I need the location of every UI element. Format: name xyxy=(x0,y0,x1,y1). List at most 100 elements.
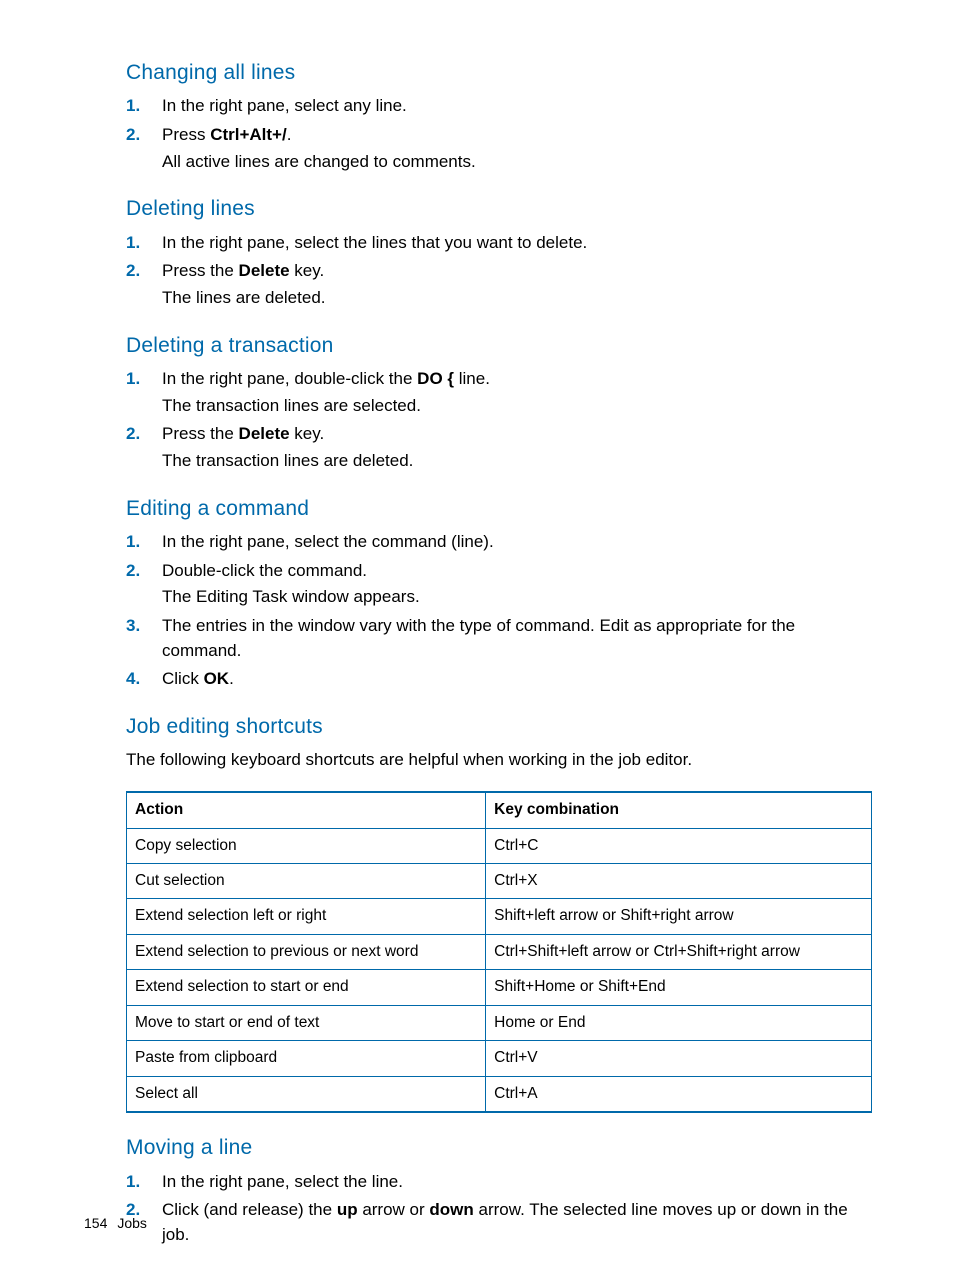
table-row: Select all Ctrl+A xyxy=(127,1076,872,1112)
list-item: 1. In the right pane, select any line. xyxy=(126,94,872,121)
step-text: Click OK. xyxy=(162,667,872,692)
document-page: Changing all lines 1. In the right pane,… xyxy=(0,0,954,1271)
list-item: 2. Double-click the command. The Editing… xyxy=(126,559,872,612)
text: . xyxy=(229,669,234,688)
result-text: The lines are deleted. xyxy=(162,286,872,311)
cell-keys: Ctrl+C xyxy=(486,828,872,863)
cell-keys: Shift+left arrow or Shift+right arrow xyxy=(486,899,872,934)
step-text: In the right pane, select the command (l… xyxy=(162,530,872,555)
step-text: Click (and release) the up arrow or down… xyxy=(162,1198,872,1247)
cell-keys: Ctrl+X xyxy=(486,864,872,899)
list-body: Click OK. xyxy=(162,667,872,694)
text: key. xyxy=(290,261,325,280)
step-text: Double-click the command. xyxy=(162,559,872,584)
list-number: 2. xyxy=(126,422,162,447)
ordered-list: 1. In the right pane, select the line. 2… xyxy=(126,1170,872,1250)
table-header-row: Action Key combination xyxy=(127,792,872,828)
list-number: 3. xyxy=(126,614,162,639)
list-body: In the right pane, select the lines that… xyxy=(162,231,872,258)
step-text: Press the Delete key. xyxy=(162,422,872,447)
table-row: Extend selection to previous or next wor… xyxy=(127,934,872,969)
text: Click (and release) the xyxy=(162,1200,337,1219)
heading-deleting-lines: Deleting lines xyxy=(126,194,872,224)
list-item: 1. In the right pane, select the line. xyxy=(126,1170,872,1197)
section-deleting-lines: Deleting lines 1. In the right pane, sel… xyxy=(126,194,872,312)
cell-action: Copy selection xyxy=(127,828,486,863)
cell-action: Extend selection left or right xyxy=(127,899,486,934)
list-item: 4. Click OK. xyxy=(126,667,872,694)
list-item: 1. In the right pane, double-click the D… xyxy=(126,367,872,420)
shortcuts-table: Action Key combination Copy selection Ct… xyxy=(126,791,872,1113)
ordered-list: 1. In the right pane, double-click the D… xyxy=(126,367,872,476)
list-body: Click (and release) the up arrow or down… xyxy=(162,1198,872,1249)
list-item: 2. Click (and release) the up arrow or d… xyxy=(126,1198,872,1249)
list-number: 2. xyxy=(126,259,162,284)
ordered-list: 1. In the right pane, select the lines t… xyxy=(126,231,872,313)
bold-text: DO { xyxy=(417,369,454,388)
list-body: Press the Delete key. The lines are dele… xyxy=(162,259,872,312)
section-moving-line: Moving a line 1. In the right pane, sele… xyxy=(126,1133,872,1249)
step-text: In the right pane, select any line. xyxy=(162,94,872,119)
cell-keys: Ctrl+Shift+left arrow or Ctrl+Shift+righ… xyxy=(486,934,872,969)
heading-changing-all-lines: Changing all lines xyxy=(126,58,872,88)
text: arrow or xyxy=(358,1200,430,1219)
list-number: 1. xyxy=(126,367,162,392)
list-body: The entries in the window vary with the … xyxy=(162,614,872,665)
step-text: Press Ctrl+Alt+/. xyxy=(162,123,872,148)
ordered-list: 1. In the right pane, select any line. 2… xyxy=(126,94,872,176)
list-number: 1. xyxy=(126,94,162,119)
result-text: All active lines are changed to comments… xyxy=(162,150,872,175)
heading-deleting-transaction: Deleting a transaction xyxy=(126,331,872,361)
text: line. xyxy=(454,369,490,388)
bold-text: up xyxy=(337,1200,358,1219)
list-item: 2. Press Ctrl+Alt+/. All active lines ar… xyxy=(126,123,872,176)
bold-text: OK xyxy=(204,669,230,688)
text: In the right pane, double-click the xyxy=(162,369,417,388)
cell-action: Select all xyxy=(127,1076,486,1112)
cell-action: Move to start or end of text xyxy=(127,1005,486,1040)
list-number: 4. xyxy=(126,667,162,692)
table-row: Cut selection Ctrl+X xyxy=(127,864,872,899)
bold-text: Delete xyxy=(239,261,290,280)
section-editing-command: Editing a command 1. In the right pane, … xyxy=(126,494,872,694)
result-text: The Editing Task window appears. xyxy=(162,585,872,610)
text: Press the xyxy=(162,261,239,280)
result-text: The transaction lines are selected. xyxy=(162,394,872,419)
list-body: Press the Delete key. The transaction li… xyxy=(162,422,872,475)
list-body: Press Ctrl+Alt+/. All active lines are c… xyxy=(162,123,872,176)
cell-keys: Home or End xyxy=(486,1005,872,1040)
page-number: 154 xyxy=(84,1215,107,1231)
list-body: In the right pane, select any line. xyxy=(162,94,872,121)
heading-job-shortcuts: Job editing shortcuts xyxy=(126,712,872,742)
bold-text: Ctrl+Alt+/ xyxy=(210,125,287,144)
cell-keys: Ctrl+A xyxy=(486,1076,872,1112)
heading-editing-command: Editing a command xyxy=(126,494,872,524)
list-number: 2. xyxy=(126,559,162,584)
list-body: Double-click the command. The Editing Ta… xyxy=(162,559,872,612)
cell-action: Extend selection to previous or next wor… xyxy=(127,934,486,969)
step-text: The entries in the window vary with the … xyxy=(162,614,872,663)
heading-moving-line: Moving a line xyxy=(126,1133,872,1163)
cell-keys: Shift+Home or Shift+End xyxy=(486,970,872,1005)
table-row: Paste from clipboard Ctrl+V xyxy=(127,1041,872,1076)
list-body: In the right pane, select the line. xyxy=(162,1170,872,1197)
table-row: Extend selection left or right Shift+lef… xyxy=(127,899,872,934)
cell-action: Paste from clipboard xyxy=(127,1041,486,1076)
list-item: 3. The entries in the window vary with t… xyxy=(126,614,872,665)
text: Press xyxy=(162,125,210,144)
bold-text: down xyxy=(429,1200,473,1219)
cell-action: Extend selection to start or end xyxy=(127,970,486,1005)
section-deleting-transaction: Deleting a transaction 1. In the right p… xyxy=(126,331,872,476)
step-text: In the right pane, select the lines that… xyxy=(162,231,872,256)
step-text: Press the Delete key. xyxy=(162,259,872,284)
footer-section: Jobs xyxy=(117,1215,147,1231)
intro-text: The following keyboard shortcuts are hel… xyxy=(126,748,872,773)
result-text: The transaction lines are deleted. xyxy=(162,449,872,474)
text: Press the xyxy=(162,424,239,443)
list-body: In the right pane, select the command (l… xyxy=(162,530,872,557)
table-row: Extend selection to start or end Shift+H… xyxy=(127,970,872,1005)
list-item: 2. Press the Delete key. The lines are d… xyxy=(126,259,872,312)
list-item: 2. Press the Delete key. The transaction… xyxy=(126,422,872,475)
section-job-shortcuts: Job editing shortcuts The following keyb… xyxy=(126,712,872,1113)
list-number: 2. xyxy=(126,123,162,148)
